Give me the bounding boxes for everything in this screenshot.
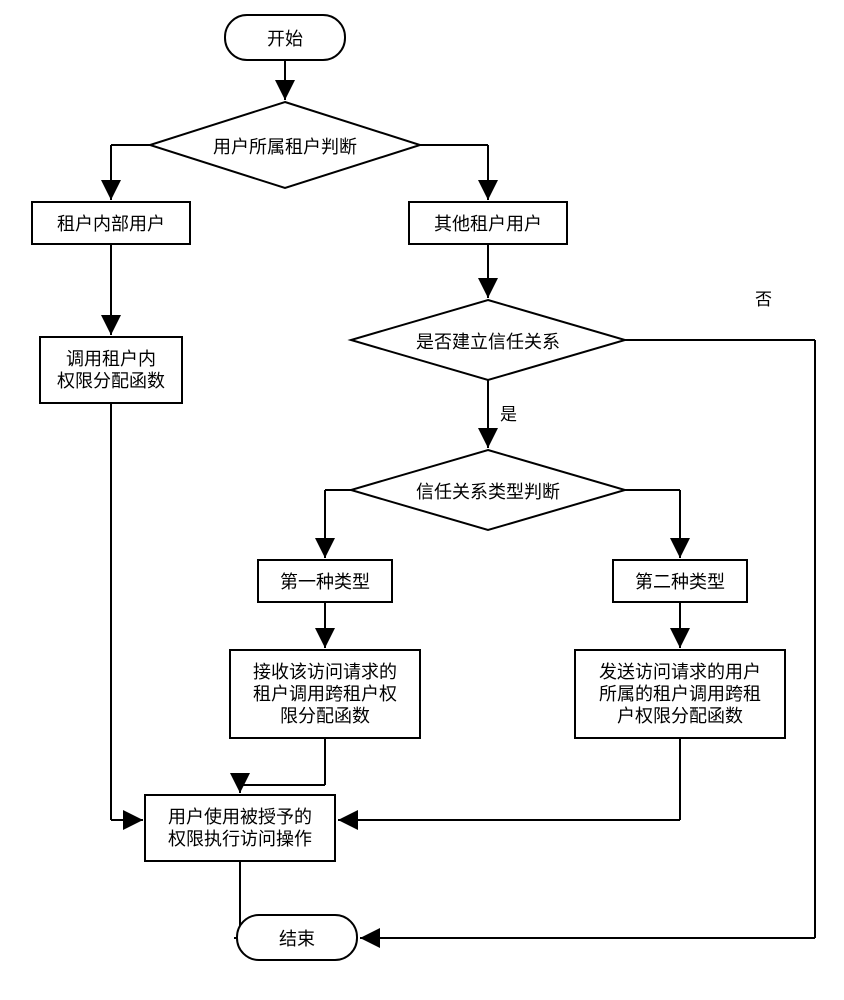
flowchart-diagram: 开始 用户所属租户判断 租户内部用户 其他租户用户 调用租户内 权限分配函数 是… [0, 0, 844, 1000]
edge-no-label: 否 [755, 290, 772, 309]
node-type-2-label: 第二种类型 [635, 572, 725, 592]
n3-line1: 调用租户内 [66, 349, 156, 369]
start-node: 开始 [225, 15, 345, 60]
node-other-tenant-user-label: 其他租户用户 [434, 214, 542, 234]
end-label: 结束 [279, 929, 315, 949]
decision-trust-type-label: 信任关系类型判断 [416, 482, 560, 502]
n6-line3: 限分配函数 [280, 706, 370, 726]
n7-line1: 发送访问请求的用户 [599, 662, 761, 682]
n6-line2: 租户调用跨租户权 [253, 684, 397, 704]
node-other-tenant-user: 其他租户用户 [409, 202, 567, 244]
node-internal-user: 租户内部用户 [32, 202, 190, 244]
end-node: 结束 [237, 915, 357, 960]
node-execute-access: 用户使用被授予的 权限执行访问操作 [145, 795, 335, 861]
decision-trust: 是否建立信任关系 [351, 300, 625, 380]
node-receiver-calls: 接收该访问请求的 租户调用跨租户权 限分配函数 [230, 650, 420, 738]
node-type-2: 第二种类型 [613, 560, 747, 602]
n8-line2: 权限执行访问操作 [168, 829, 312, 849]
node-sender-calls: 发送访问请求的用户 所属的租户调用跨租 户权限分配函数 [575, 650, 785, 738]
n6-line1: 接收该访问请求的 [253, 662, 397, 682]
edge-yes-label: 是 [500, 405, 517, 424]
node-type-1: 第一种类型 [258, 560, 392, 602]
decision-trust-type: 信任关系类型判断 [351, 450, 625, 530]
node-type-1-label: 第一种类型 [280, 572, 370, 592]
n8-line1: 用户使用被授予的 [168, 807, 312, 827]
node-internal-user-label: 租户内部用户 [57, 214, 165, 234]
n3-line2: 权限分配函数 [57, 371, 165, 391]
decision-tenant: 用户所属租户判断 [150, 102, 420, 188]
decision-trust-label: 是否建立信任关系 [416, 332, 560, 352]
decision-tenant-label: 用户所属租户判断 [213, 137, 357, 157]
n7-line2: 所属的租户调用跨租 [599, 684, 761, 704]
node-call-internal-permission: 调用租户内 权限分配函数 [40, 337, 182, 403]
start-label: 开始 [267, 29, 303, 49]
n7-line3: 户权限分配函数 [617, 706, 743, 726]
